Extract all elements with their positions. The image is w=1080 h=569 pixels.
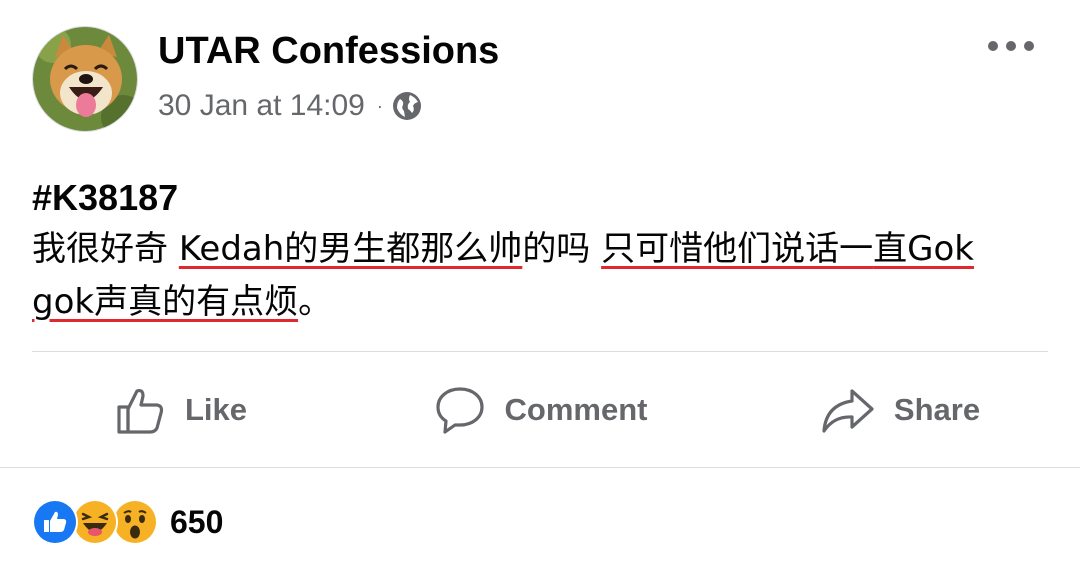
meta-separator: · (376, 95, 383, 116)
post-hashtag[interactable]: #K38187 (32, 172, 1042, 222)
like-reaction-icon (32, 499, 78, 545)
like-button[interactable]: Like (0, 362, 360, 458)
wow-reaction-icon (112, 499, 158, 545)
post-body: #K38187 我很好奇 Kedah的男生都那么帅的吗 只可惜他们说话一直Gok… (32, 172, 1042, 328)
comment-button[interactable]: Comment (360, 362, 720, 458)
spellcheck-segment: 只可惜他们说话一 (601, 229, 874, 269)
share-arrow-icon (820, 383, 876, 437)
share-label: Share (893, 392, 981, 427)
post-timestamp[interactable]: 30 Jan at 14:09 (158, 89, 365, 123)
more-options-icon[interactable] (988, 30, 1034, 62)
page-avatar[interactable] (32, 26, 138, 132)
like-label: Like (184, 392, 248, 427)
text-segment: 的吗 (522, 229, 602, 269)
post-meta: 30 Jan at 14:09 · (158, 84, 423, 128)
comment-label: Comment (504, 392, 648, 427)
thumbs-up-icon (113, 383, 167, 437)
spellcheck-segment: Kedah的男生都那么帅 (178, 229, 523, 269)
action-bar: Like Comment Share (0, 362, 1080, 458)
reaction-count: 650 (170, 503, 224, 540)
haha-reaction-icon (72, 499, 118, 545)
page-name[interactable]: UTAR Confessions (158, 28, 499, 74)
divider (0, 467, 1080, 468)
more-dot (1006, 41, 1016, 51)
comment-bubble-icon (433, 383, 487, 437)
globe-icon[interactable] (391, 90, 423, 122)
post-text: 我很好奇 Kedah的男生都那么帅的吗 只可惜他们说话一直Gok gok声真的有… (32, 229, 974, 322)
text-segment: 我很好奇 (32, 229, 179, 269)
more-dot (988, 41, 998, 51)
divider (32, 351, 1048, 352)
dog-avatar-image (33, 27, 137, 131)
share-button[interactable]: Share (720, 362, 1080, 458)
text-segment: 。 (298, 282, 333, 322)
more-dot (1024, 41, 1034, 51)
reactions-summary[interactable]: 650 (32, 498, 223, 546)
